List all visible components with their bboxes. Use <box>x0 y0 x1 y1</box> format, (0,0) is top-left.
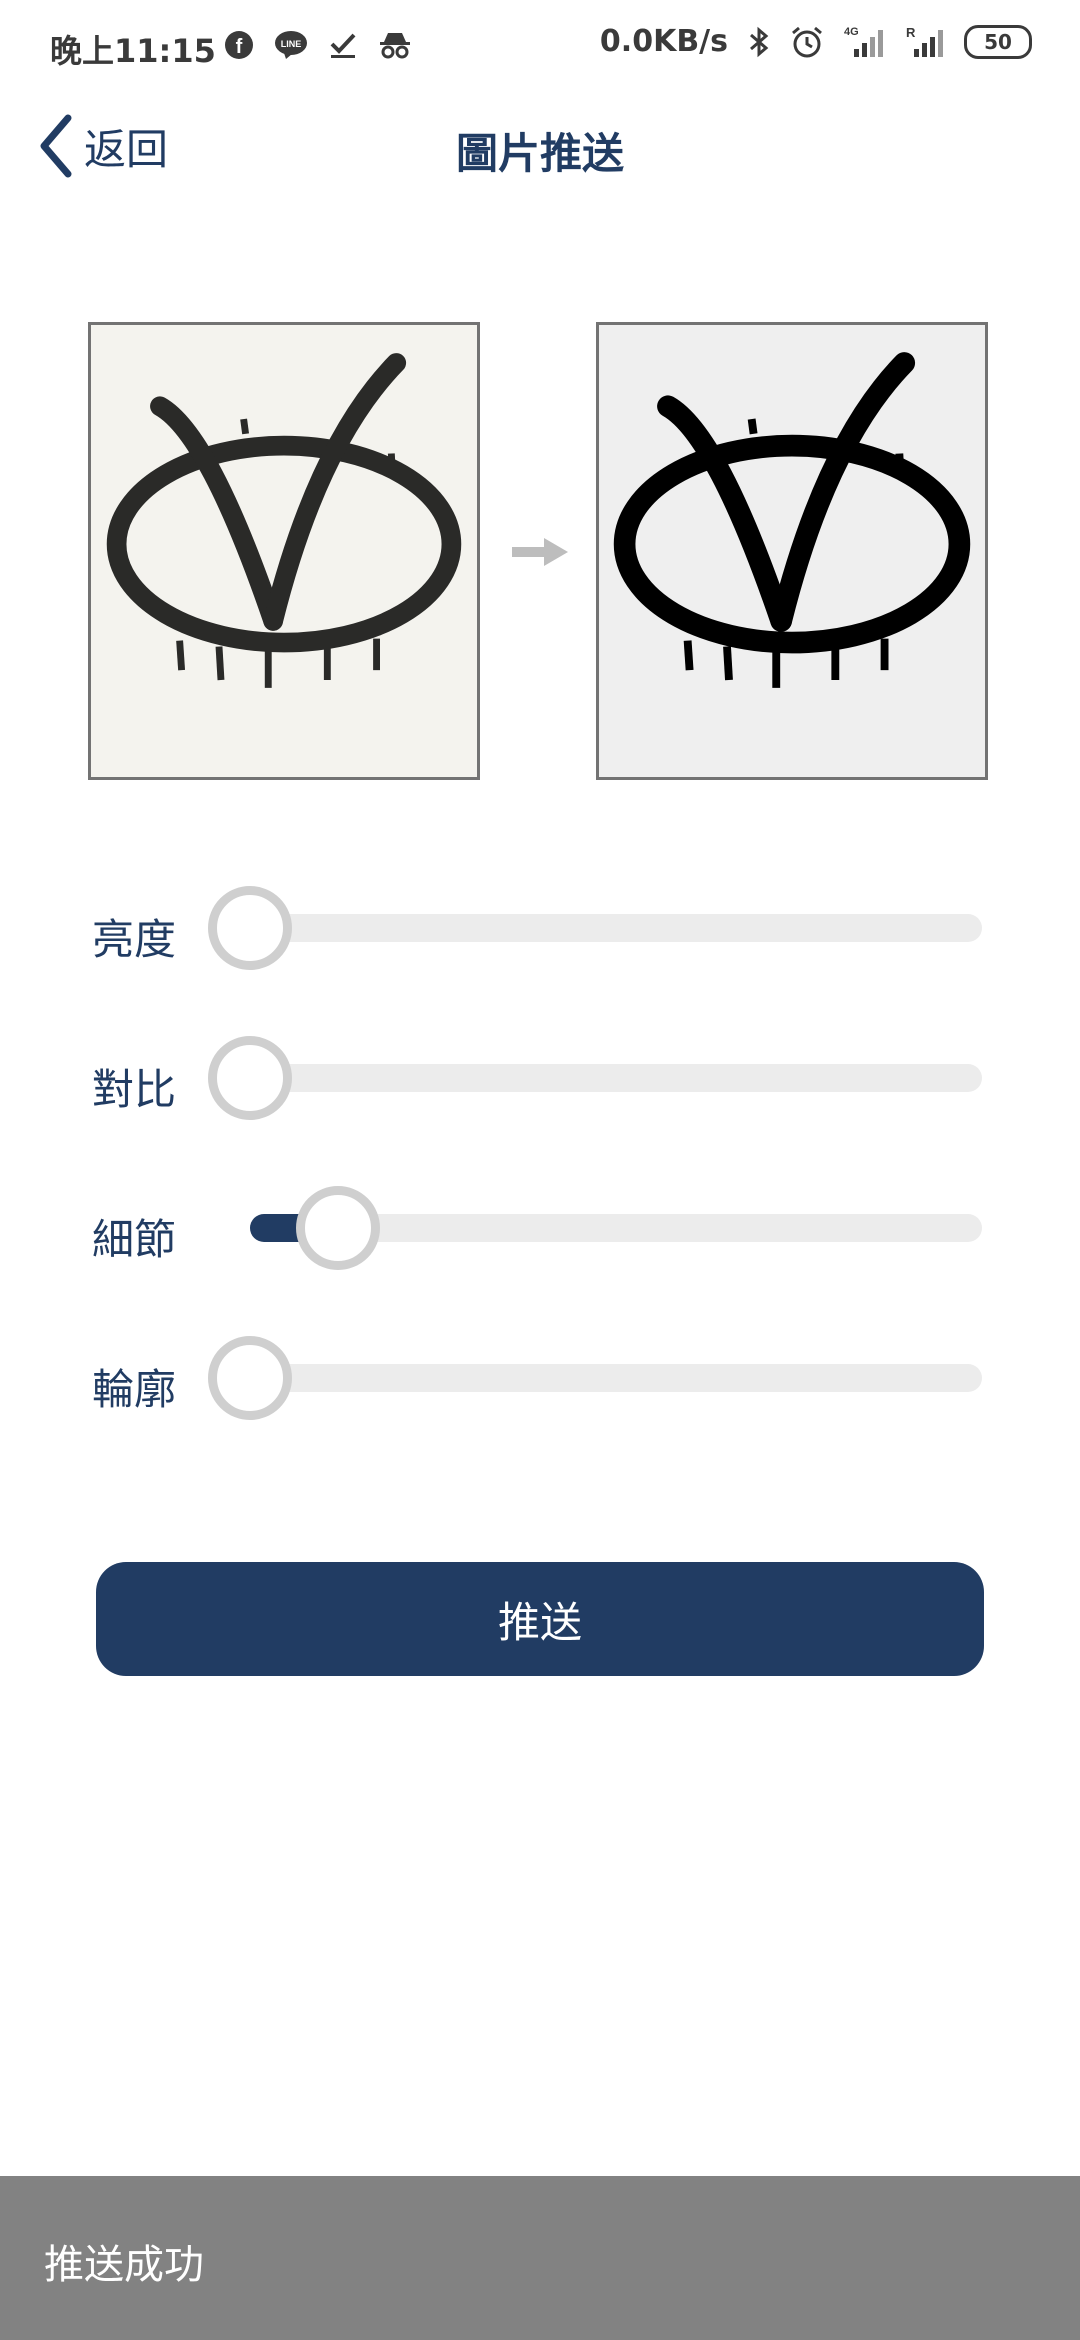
bluetooth-icon <box>742 25 776 59</box>
facebook-icon: f <box>222 28 256 62</box>
slider-label-contrast: 對比 <box>92 1065 177 1114</box>
signal-4g-icon: 4G <box>838 25 890 59</box>
checkmark-icon <box>326 28 360 62</box>
original-image-preview <box>88 322 480 780</box>
line-icon: LINE <box>274 28 308 62</box>
slider-brightness: 亮度 <box>0 878 1080 978</box>
v-graffiti-logo-bw <box>599 325 985 777</box>
slider-contrast: 對比 <box>0 1028 1080 1128</box>
svg-text:f: f <box>236 36 243 58</box>
signal-4g-label: 4G <box>844 26 859 38</box>
detail-slider-track[interactable] <box>250 1186 982 1270</box>
brightness-slider-thumb[interactable] <box>208 886 292 970</box>
slider-label-detail: 細節 <box>92 1215 177 1264</box>
contrast-slider-track[interactable] <box>208 1036 982 1120</box>
incognito-icon <box>378 28 412 62</box>
outline-slider-thumb[interactable] <box>208 1336 292 1420</box>
outline-slider-track[interactable] <box>208 1336 982 1420</box>
toast-message: 推送成功 <box>0 2176 1080 2340</box>
contrast-slider-thumb[interactable] <box>208 1036 292 1120</box>
battery-indicator: 50 <box>964 24 1032 59</box>
signal-roaming-icon: R <box>904 25 950 59</box>
status-time: 晚上11:15 <box>50 32 216 70</box>
header: 返回 圖片推送 <box>0 96 1080 196</box>
signal-roaming-label: R <box>906 25 916 40</box>
network-speed: 0.0KB/s <box>599 24 728 59</box>
alarm-icon <box>790 25 824 59</box>
svg-text:LINE: LINE <box>281 39 302 49</box>
image-push-screen: 晚上11:15 f LINE 0.0KB/s 4G R 50 返回 圖片推送 亮… <box>0 0 1080 2340</box>
slider-label-brightness: 亮度 <box>92 915 177 964</box>
slider-detail: 細節 <box>0 1178 1080 1278</box>
push-button[interactable]: 推送 <box>96 1562 984 1676</box>
v-graffiti-logo-photo <box>91 325 477 777</box>
status-right: 0.0KB/s 4G R 50 <box>600 24 1032 59</box>
toast-text: 推送成功 <box>44 2242 204 2288</box>
detail-slider-thumb[interactable] <box>295 1186 380 1270</box>
brightness-slider-track[interactable] <box>208 886 982 970</box>
arrow-right-icon <box>510 536 570 572</box>
status-bar: 晚上11:15 f LINE 0.0KB/s 4G R 50 <box>0 0 1080 96</box>
page-title: 圖片推送 <box>455 129 624 178</box>
slider-label-outline: 輪廓 <box>92 1365 177 1414</box>
processed-image-preview <box>596 322 988 780</box>
notification-icons: f LINE <box>222 28 412 62</box>
slider-outline: 輪廓 <box>0 1328 1080 1428</box>
